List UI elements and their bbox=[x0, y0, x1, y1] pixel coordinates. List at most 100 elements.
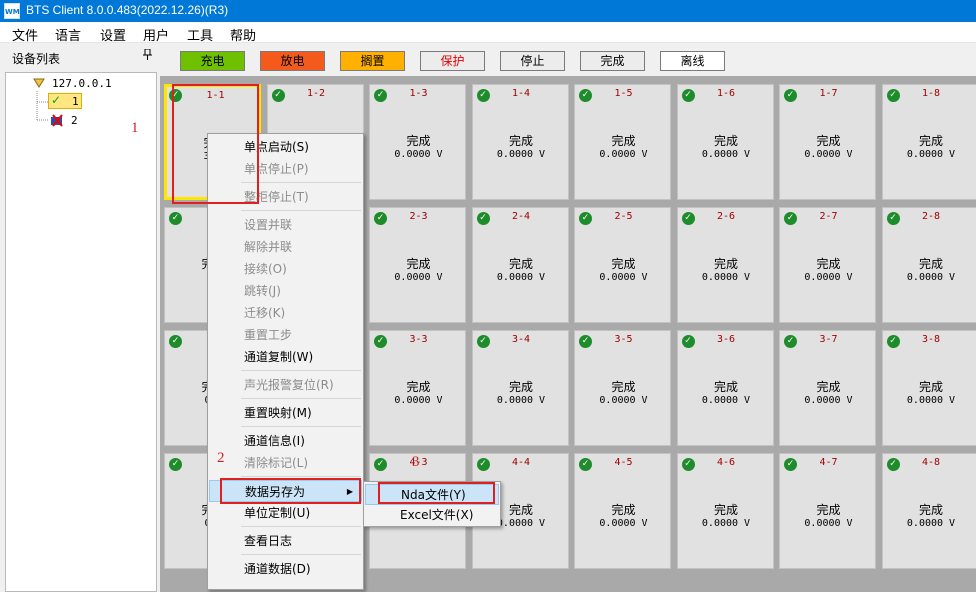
channel-cell[interactable]: ✓ 3-6 完成 0.0000 V bbox=[676, 330, 774, 446]
channel-id: 1-2 bbox=[306, 88, 326, 99]
channel-id: 4-8 bbox=[921, 457, 941, 468]
context-menu-item: 解除并联 bbox=[209, 236, 362, 258]
channel-cell[interactable]: ✓ 3-8 完成 0.0000 V bbox=[881, 330, 976, 446]
menu-settings[interactable]: 设置 bbox=[100, 25, 126, 44]
menu-item-label: 通道信息(I) bbox=[244, 434, 305, 448]
menu-item-label: 查看日志 bbox=[244, 534, 293, 548]
channel-id: 2-8 bbox=[921, 211, 941, 222]
channel-cell[interactable]: ✓ 2-3 完成 0.0000 V bbox=[369, 207, 466, 323]
online-check-icon: ✓ bbox=[51, 93, 62, 107]
tree-unit-2[interactable]: 2 bbox=[50, 113, 84, 129]
channel-status: 完成 bbox=[713, 134, 738, 148]
context-menu-item[interactable]: 重置映射(M) bbox=[209, 402, 362, 424]
menu-separator bbox=[241, 182, 361, 183]
channel-id: 2-4 bbox=[511, 211, 531, 222]
channel-status: 完成 bbox=[816, 134, 841, 148]
menu-item-excel-file[interactable]: Excel文件(X) bbox=[365, 505, 499, 526]
channel-voltage: 0.0000 V bbox=[906, 272, 956, 283]
menu-item-label: 清除标记(L) bbox=[244, 456, 309, 470]
legend-3: 保护 bbox=[420, 51, 485, 71]
channel-status: 完成 bbox=[508, 257, 533, 271]
context-menu-item[interactable]: 单位定制(U) bbox=[209, 502, 362, 524]
menu-user[interactable]: 用户 bbox=[143, 25, 169, 44]
channel-cell[interactable]: ✓ 3-4 完成 0.0000 V bbox=[471, 330, 569, 446]
channel-cell[interactable]: ✓ 1-8 完成 0.0000 V bbox=[881, 84, 976, 200]
channel-id: 4-7 bbox=[819, 457, 838, 468]
device-tree[interactable]: 127.0.0.1 ✓ 1 2 bbox=[5, 72, 157, 592]
offline-device-icon bbox=[50, 114, 64, 130]
menu-item-label: 接续(O) bbox=[244, 262, 287, 276]
annotation-number-1: 1 bbox=[131, 120, 139, 136]
channel-cell[interactable]: ✓ 2-6 完成 0.0000 V bbox=[676, 207, 774, 323]
legend-1: 放电 bbox=[260, 51, 325, 71]
channel-voltage: 0.0000 V bbox=[496, 395, 546, 406]
menu-file[interactable]: 文件 bbox=[12, 25, 38, 44]
channel-id: 4-6 bbox=[716, 457, 736, 468]
channel-cell[interactable]: ✓ 1-4 完成 0.0000 V bbox=[471, 84, 569, 200]
channel-id: 2-5 bbox=[614, 211, 633, 222]
context-menu-item[interactable]: 通道复制(W) bbox=[209, 346, 362, 368]
channel-voltage: 0.0000 V bbox=[496, 149, 546, 160]
channel-cell[interactable]: ✓ 4-7 完成 0.0000 V bbox=[779, 453, 876, 569]
channel-voltage: 0.0000 V bbox=[906, 518, 956, 529]
channel-status: 完成 bbox=[713, 380, 738, 394]
channel-voltage: 0.0000 V bbox=[906, 149, 956, 160]
channel-cell[interactable]: ✓ 1-6 完成 0.0000 V bbox=[676, 84, 774, 200]
channel-voltage: 0.0000 V bbox=[701, 149, 751, 160]
menu-separator bbox=[241, 370, 361, 371]
server-expand-icon[interactable] bbox=[33, 78, 45, 91]
channel-status: 完成 bbox=[918, 503, 943, 517]
menu-item-label: 迁移(K) bbox=[244, 306, 286, 320]
tree-unit-1[interactable]: ✓ 1 bbox=[48, 93, 82, 109]
channel-status: 完成 bbox=[406, 257, 431, 271]
channel-voltage: 0.0000 V bbox=[599, 149, 648, 160]
menu-item-label: 解除并联 bbox=[244, 240, 293, 254]
annotation-box-1 bbox=[172, 84, 259, 204]
tree-unit-label: 1 bbox=[72, 95, 79, 108]
channel-voltage: 0.0000 V bbox=[394, 272, 443, 283]
context-menu-item[interactable]: 通道信息(I) bbox=[209, 430, 362, 452]
channel-cell[interactable]: ✓ 1-7 完成 0.0000 V bbox=[779, 84, 876, 200]
channel-cell[interactable]: ✓ 1-5 完成 0.0000 V bbox=[574, 84, 671, 200]
channel-status: 完成 bbox=[611, 380, 636, 394]
channel-voltage: 0.0000 V bbox=[906, 395, 956, 406]
channel-voltage: 0.0000 V bbox=[496, 272, 546, 283]
menu-help[interactable]: 帮助 bbox=[230, 25, 256, 44]
channel-voltage: 0.0000 V bbox=[804, 518, 853, 529]
context-menu-item: 设置并联 bbox=[209, 214, 362, 236]
annotation-box-2 bbox=[220, 478, 361, 504]
context-menu-item: 迁移(K) bbox=[209, 302, 362, 324]
tree-server[interactable]: 127.0.0.1 bbox=[52, 77, 112, 90]
annotation-number-2: 2 bbox=[217, 450, 225, 466]
legend-0: 充电 bbox=[180, 51, 245, 71]
channel-cell[interactable]: ✓ 2-8 完成 0.0000 V bbox=[881, 207, 976, 323]
channel-cell[interactable]: ✓ 1-3 完成 0.0000 V bbox=[369, 84, 466, 200]
channel-cell[interactable]: ✓ 2-5 完成 0.0000 V bbox=[574, 207, 671, 323]
legend-5: 完成 bbox=[580, 51, 645, 71]
menu-tools[interactable]: 工具 bbox=[187, 25, 213, 44]
menu-separator bbox=[241, 210, 361, 211]
channel-voltage: 0.0000 V bbox=[599, 518, 648, 529]
channel-id: 1-6 bbox=[716, 88, 736, 99]
channel-cell[interactable]: ✓ 3-5 完成 0.0000 V bbox=[574, 330, 671, 446]
menu-language[interactable]: 语言 bbox=[55, 25, 81, 44]
context-menu-item[interactable]: 通道数据(D) bbox=[209, 558, 362, 580]
channel-status: 完成 bbox=[406, 380, 431, 394]
channel-id: 1-8 bbox=[921, 88, 941, 99]
channel-cell[interactable]: ✓ 4-8 完成 0.0000 V bbox=[881, 453, 976, 569]
channel-cell[interactable]: ✓ 3-3 完成 0.0000 V bbox=[369, 330, 466, 446]
channel-cell[interactable]: ✓ 3-7 完成 0.0000 V bbox=[779, 330, 876, 446]
channel-status: 完成 bbox=[713, 503, 738, 517]
channel-cell[interactable]: ✓ 4-6 完成 0.0000 V bbox=[676, 453, 774, 569]
channel-cell[interactable]: ✓ 2-4 完成 0.0000 V bbox=[471, 207, 569, 323]
channel-voltage: 0.0000 V bbox=[394, 395, 443, 406]
channel-status: 完成 bbox=[611, 257, 636, 271]
channel-status: 完成 bbox=[508, 380, 533, 394]
channel-id: 1-7 bbox=[819, 88, 838, 99]
legend-4: 停止 bbox=[500, 51, 565, 71]
context-menu-item[interactable]: 查看日志 bbox=[209, 530, 362, 552]
legend-6: 离线 bbox=[660, 51, 725, 71]
channel-cell[interactable]: ✓ 2-7 完成 0.0000 V bbox=[779, 207, 876, 323]
pin-icon[interactable] bbox=[143, 48, 152, 63]
channel-cell[interactable]: ✓ 4-5 完成 0.0000 V bbox=[574, 453, 671, 569]
